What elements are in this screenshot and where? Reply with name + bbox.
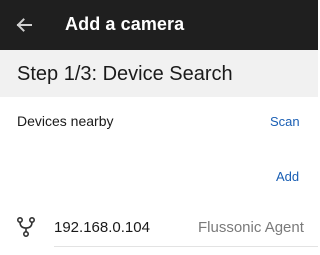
divider: [54, 246, 318, 247]
arrow-left-icon: [16, 18, 32, 32]
device-list-item[interactable]: 192.168.0.104 Flussonic Agent: [0, 205, 318, 251]
step-title: Step 1/3: Device Search: [17, 63, 233, 85]
device-type: Flussonic Agent: [198, 219, 304, 236]
back-button[interactable]: [12, 13, 36, 37]
network-icon: [17, 217, 35, 237]
page-title: Add a camera: [65, 14, 185, 34]
device-ip: 192.168.0.104: [54, 219, 150, 236]
app-bar: Add a camera: [0, 0, 318, 50]
step-header: Step 1/3: Device Search: [0, 50, 318, 97]
scan-button[interactable]: Scan: [270, 114, 300, 129]
add-button[interactable]: Add: [276, 169, 299, 184]
devices-nearby-label: Devices nearby: [17, 113, 114, 129]
